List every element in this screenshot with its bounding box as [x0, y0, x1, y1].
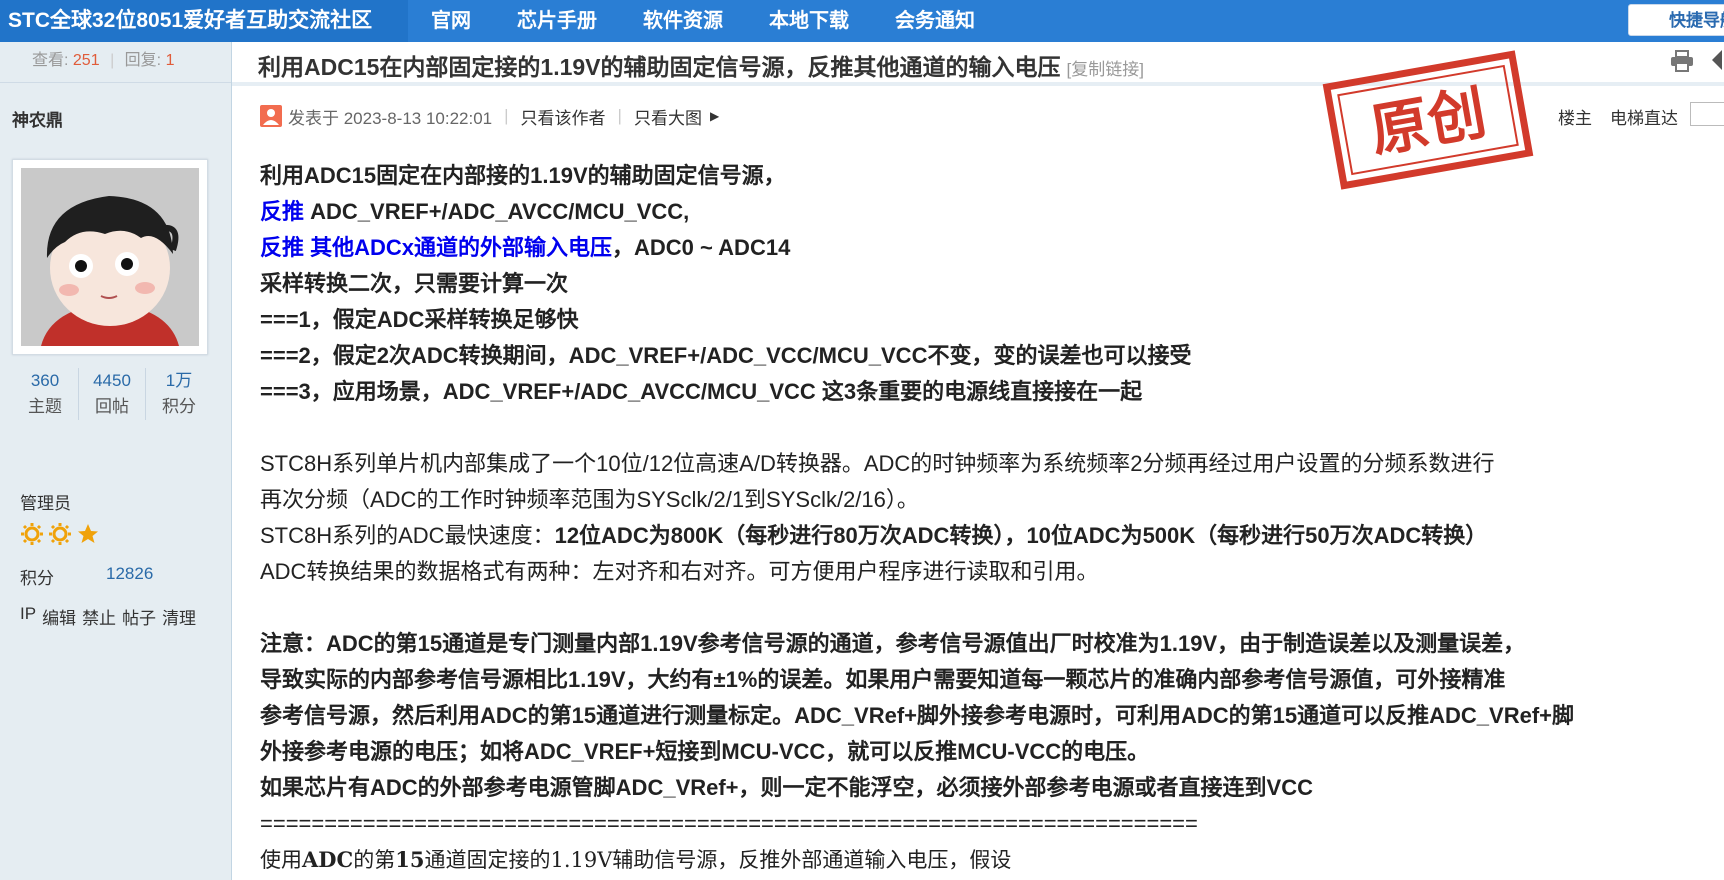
emphasis-text: ADC — [302, 847, 354, 872]
content-line: STC8H系列单片机内部集成了一个10位/12位高速A/D转换器。ADC的时钟频… — [260, 451, 1495, 476]
elevator-label: 电梯直达 — [1610, 109, 1678, 128]
content-line: 反推 ADC_VREF+/ADC_AVCC/MCU_VCC, — [260, 194, 1710, 230]
count-label: 回帖 — [95, 397, 129, 416]
content-line: STC8H系列的ADC最快速度：12位ADC为800K（每秒进行80万次ADC转… — [260, 518, 1710, 554]
author-role[interactable]: 管理员 — [20, 489, 71, 514]
content-line: ===2，假定2次ADC转换期间，ADC_VREF+/ADC_VCC/MCU_V… — [260, 343, 1192, 368]
stats-divider: | — [110, 52, 115, 69]
nav-item-local-download[interactable]: 本地下载 — [746, 0, 872, 42]
score-label: 积分 — [20, 569, 54, 588]
views-count: 251 — [72, 52, 100, 69]
only-author-link[interactable]: 只看该作者 — [521, 104, 606, 129]
content-text: 的第 — [353, 848, 396, 872]
emphasis-text: 15 — [395, 847, 425, 872]
post-meta: 发表于 2023-8-13 10:22:01 | 只看该作者 | 只看大图 ▶ — [260, 104, 719, 128]
content-line: ADC转换结果的数据格式有两种：左对齐和右对齐。可方便用户程序进行读取和引用。 — [260, 559, 1099, 584]
admin-links: IP 编辑 禁止 帖子 清理 — [20, 604, 196, 629]
admin-link-ip[interactable]: IP — [20, 604, 36, 629]
thread-stats: 查看: 251 | 回复: 1 — [32, 46, 174, 70]
sidebar-divider — [0, 82, 231, 83]
author-name[interactable]: 神农鼎 — [12, 106, 63, 131]
caret-right-icon[interactable]: ▶ — [710, 109, 719, 123]
content-text: ，ADC0 ~ ADC14 — [612, 235, 791, 260]
divider-line: ========================================… — [260, 811, 1198, 836]
main-nav: 官网 芯片手册 软件资源 本地下载 会务通知 — [408, 0, 998, 42]
post-time: 发表于 2023-8-13 10:22:01 — [288, 108, 493, 128]
content-text: 使用 — [260, 848, 302, 872]
content-line: 反推 其他ADCx通道的外部输入电压，ADC0 ~ ADC14 — [260, 230, 1710, 266]
count-label: 积分 — [162, 397, 196, 416]
content-line: 注意：ADC的第15通道是专门测量内部1.19V参考信号源的通道，参考信号源值出… — [260, 631, 1526, 656]
sun-icon — [21, 523, 43, 545]
content-line: 使用ADC的第15通道固定接的1.19V辅助信号源，反推外部通道输入电压，假设 — [260, 842, 1710, 878]
count-topics[interactable]: 360 主题 — [12, 368, 78, 420]
sun-icon — [49, 523, 71, 545]
rank-stars — [20, 522, 100, 546]
content-line: ===3，应用场景，ADC_VREF+/ADC_AVCC/MCU_VCC 这3条… — [260, 379, 1143, 404]
emphasis-text: 12位ADC为800K（每秒进行80万次ADC转换），10位ADC为500K（每… — [554, 523, 1488, 548]
content-line: 再次分频（ADC的工作时钟频率范围为SYSclk/2/1到SYSclk/2/16… — [260, 487, 919, 512]
quick-nav-button[interactable]: 快捷导航 — [1628, 4, 1724, 36]
count-replies[interactable]: 4450 回帖 — [78, 368, 145, 420]
content-text: ADC_VREF+/ADC_AVCC/MCU_VCC, — [304, 199, 690, 224]
nav-item-chip-manual[interactable]: 芯片手册 — [494, 0, 620, 42]
star-icon — [78, 524, 98, 543]
thread-title: 利用ADC15在内部固定接的1.19V的辅助固定信号源，反推其他通道的输入电压 [… — [258, 48, 1144, 82]
count-points[interactable]: 1万 积分 — [145, 368, 212, 420]
nav-item-official-site[interactable]: 官网 — [408, 0, 494, 42]
user-icon — [260, 105, 282, 127]
score-value: 12826 — [106, 564, 154, 583]
big-image-link[interactable]: 只看大图 — [634, 104, 702, 129]
print-icon[interactable] — [1670, 50, 1694, 72]
top-navigation-bar: STC全球32位8051爱好者互助交流社区 官网 芯片手册 软件资源 本地下载 … — [0, 0, 1724, 43]
meta-divider: | — [617, 106, 622, 125]
count-value: 360 — [30, 371, 60, 390]
author-sidebar: 查看: 251 | 回复: 1 神农鼎 360 主题 4450 回帖 1万 积分… — [0, 42, 232, 880]
site-brand[interactable]: STC全球32位8051爱好者互助交流社区 — [0, 0, 408, 42]
floor-label: 楼主 — [1558, 109, 1592, 128]
content-text: STC8H系列的ADC最快速度： — [260, 523, 555, 548]
count-label: 主题 — [28, 397, 62, 416]
meta-divider: | — [504, 106, 509, 125]
elevator-input[interactable] — [1690, 102, 1724, 126]
content-line: 导致实际的内部参考信号源相比1.19V，大约有±1%的误差。如果用户需要知道每一… — [260, 667, 1506, 692]
content-line: 外接参考电源的电压；如将ADC_VREF+短接到MCU-VCC，就可以反推MCU… — [260, 739, 1150, 764]
replies-label: 回复: — [124, 52, 162, 69]
content-line: 利用ADC15固定在内部接的1.19V的辅助固定信号源， — [260, 163, 786, 188]
count-value: 4450 — [93, 371, 131, 390]
admin-link-edit[interactable]: 编辑 — [42, 604, 76, 629]
nav-item-meeting-notice[interactable]: 会务通知 — [872, 0, 998, 42]
arrow-left-icon[interactable] — [1710, 48, 1724, 72]
content-line: ===1，假定ADC采样转换足够快 — [260, 307, 579, 332]
content-line: 参考信号源，然后利用ADC的第15通道进行测量标定。ADC_VRef+脚外接参考… — [260, 703, 1575, 728]
author-counts: 360 主题 4450 回帖 1万 积分 — [12, 368, 212, 420]
avatar-image — [21, 168, 199, 346]
post-content: 利用ADC15固定在内部接的1.19V的辅助固定信号源， 反推 ADC_VREF… — [260, 158, 1710, 878]
admin-link-clean[interactable]: 清理 — [162, 604, 196, 629]
views-label: 查看: — [32, 52, 69, 69]
content-line: 如果芯片有ADC的外部参考电源管脚ADC_VRef+，则一定不能浮空，必须接外部… — [260, 775, 1313, 800]
copy-link[interactable]: [复制链接] — [1067, 60, 1144, 79]
count-value: 1万 — [165, 371, 193, 390]
nav-item-software[interactable]: 软件资源 — [620, 0, 746, 42]
emphasis-text: 反推 其他ADCx通道的外部输入电压 — [260, 235, 613, 260]
content-text: 通道固定接的1.19V辅助信号源，反推外部通道输入电压，假设 — [424, 848, 1012, 872]
admin-link-ban[interactable]: 禁止 — [82, 604, 116, 629]
thread-title-text: 利用ADC15在内部固定接的1.19V的辅助固定信号源，反推其他通道的输入电压 — [258, 54, 1061, 80]
emphasis-text: 反推 — [260, 199, 305, 224]
replies-count: 1 — [165, 52, 175, 69]
content-line: 采样转换二次，只需要计算一次 — [260, 271, 569, 296]
admin-link-posts[interactable]: 帖子 — [122, 604, 156, 629]
avatar[interactable] — [12, 159, 208, 355]
